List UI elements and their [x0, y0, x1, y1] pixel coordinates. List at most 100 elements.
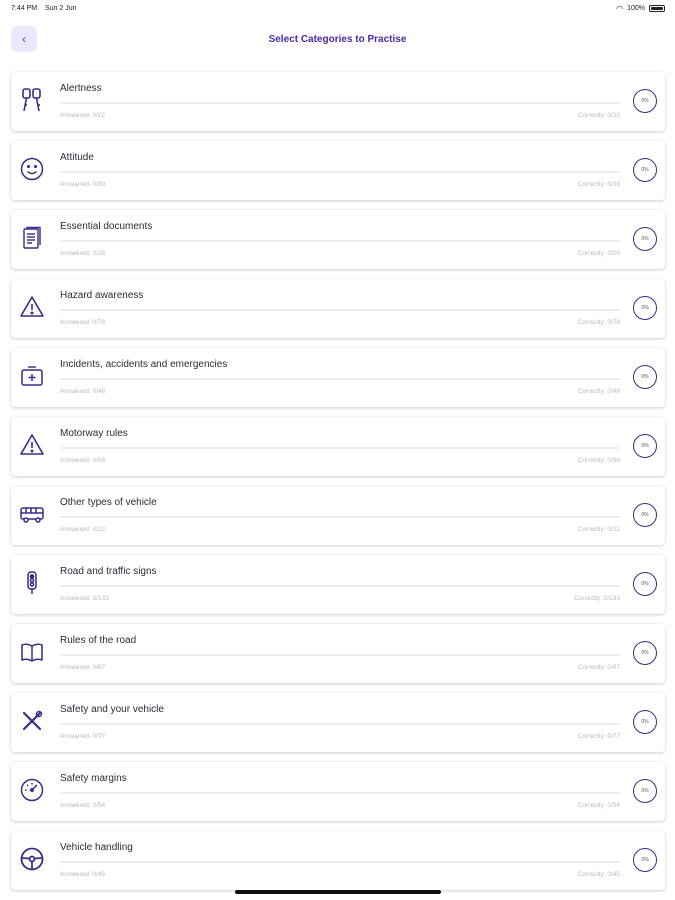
progress-ring: 0% — [633, 641, 657, 665]
answered-count: Answered: 0/67 — [60, 664, 106, 671]
battery-icon — [649, 5, 665, 12]
progress-ring: 0% — [633, 227, 657, 251]
correct-count: Correctly: 0/54 — [577, 802, 620, 809]
category-title: Vehicle handling — [60, 842, 133, 853]
progress-track — [60, 516, 620, 518]
book-icon — [18, 638, 46, 666]
progress-track — [60, 654, 620, 656]
status-left: 7:44 PM Sun 2 Jun — [11, 5, 83, 12]
progress-percent: 0% — [641, 98, 649, 104]
progress-ring: 0% — [633, 503, 657, 527]
category-card[interactable]: Other types of vehicle Answered: 0/22 Co… — [11, 486, 665, 545]
category-title: Alertness — [60, 83, 102, 94]
category-title: Road and traffic signs — [60, 566, 157, 577]
category-title: Safety margins — [60, 773, 127, 784]
correct-count: Correctly: 0/48 — [577, 388, 620, 395]
category-card[interactable]: Safety margins Answered: 0/54 Correctly:… — [11, 762, 665, 821]
answered-count: Answered: 0/48 — [60, 388, 106, 395]
battery-percent: 100% — [627, 5, 645, 12]
progress-track — [60, 585, 620, 587]
category-card[interactable]: Vehicle handling Answered: 0/45 Correctl… — [11, 831, 665, 890]
answered-count: Answered: 0/78 — [60, 319, 106, 326]
traffic-light-icon — [18, 569, 46, 597]
category-title: Motorway rules — [60, 428, 128, 439]
answered-count: Answered: 0/26 — [60, 250, 106, 257]
progress-ring: 0% — [633, 296, 657, 320]
progress-percent: 0% — [641, 788, 649, 794]
status-time: 7:44 PM — [11, 5, 38, 12]
answered-count: Answered: 0/22 — [60, 112, 106, 119]
progress-percent: 0% — [641, 719, 649, 725]
progress-track — [60, 171, 620, 173]
first-aid-icon — [18, 362, 46, 390]
steering-wheel-icon — [18, 845, 46, 873]
answered-count: Answered: 0/39 — [60, 181, 106, 188]
category-card[interactable]: Incidents, accidents and emergencies Ans… — [11, 348, 665, 407]
correct-count: Correctly: 0/45 — [577, 871, 620, 878]
home-indicator — [235, 890, 441, 894]
warning-icon — [18, 431, 46, 459]
category-title: Other types of vehicle — [60, 497, 157, 508]
category-list: Alertness Answered: 0/22 Correctly: 0/22… — [11, 72, 665, 900]
correct-count: Correctly: 0/77 — [577, 733, 620, 740]
correct-count: Correctly: 0/133 — [574, 595, 620, 602]
progress-percent: 0% — [641, 236, 649, 242]
progress-ring: 0% — [633, 158, 657, 182]
status-date: Sun 2 Jun — [45, 5, 77, 12]
category-title: Incidents, accidents and emergencies — [60, 359, 228, 370]
progress-track — [60, 723, 620, 725]
smiley-icon — [18, 155, 46, 183]
progress-track — [60, 240, 620, 242]
progress-ring: 0% — [633, 848, 657, 872]
answered-count: Answered: 0/54 — [60, 802, 106, 809]
header: ‹ Select Categories to Practise — [0, 26, 675, 54]
progress-percent: 0% — [641, 167, 649, 173]
bus-icon — [18, 500, 46, 528]
documents-icon — [18, 224, 46, 252]
progress-percent: 0% — [641, 443, 649, 449]
correct-count: Correctly: 0/67 — [577, 664, 620, 671]
correct-count: Correctly: 0/26 — [577, 250, 620, 257]
category-card[interactable]: Alertness Answered: 0/22 Correctly: 0/22… — [11, 72, 665, 131]
correct-count: Correctly: 0/56 — [577, 457, 620, 464]
status-right: ◠ 100% — [616, 4, 665, 13]
answered-count: Answered: 0/56 — [60, 457, 106, 464]
speedometer-icon — [18, 776, 46, 804]
progress-percent: 0% — [641, 512, 649, 518]
category-card[interactable]: Safety and your vehicle Answered: 0/77 C… — [11, 693, 665, 752]
status-bar: 7:44 PM Sun 2 Jun ◠ 100% — [0, 0, 675, 18]
progress-track — [60, 861, 620, 863]
correct-count: Correctly: 0/22 — [577, 112, 620, 119]
answered-count: Answered: 0/45 — [60, 871, 106, 878]
category-card[interactable]: Hazard awareness Answered: 0/78 Correctl… — [11, 279, 665, 338]
progress-percent: 0% — [641, 305, 649, 311]
progress-percent: 0% — [641, 650, 649, 656]
answered-count: Answered: 0/77 — [60, 733, 106, 740]
progress-track — [60, 378, 620, 380]
progress-ring: 0% — [633, 365, 657, 389]
progress-percent: 0% — [641, 581, 649, 587]
progress-ring: 0% — [633, 710, 657, 734]
progress-percent: 0% — [641, 374, 649, 380]
correct-count: Correctly: 0/22 — [577, 526, 620, 533]
progress-ring: 0% — [633, 572, 657, 596]
category-card[interactable]: Essential documents Answered: 0/26 Corre… — [11, 210, 665, 269]
category-title: Hazard awareness — [60, 290, 144, 301]
category-card[interactable]: Road and traffic signs Answered: 0/133 C… — [11, 555, 665, 614]
answered-count: Answered: 0/133 — [60, 595, 109, 602]
correct-count: Correctly: 0/78 — [577, 319, 620, 326]
category-title: Attitude — [60, 152, 94, 163]
progress-ring: 0% — [633, 89, 657, 113]
progress-ring: 0% — [633, 779, 657, 803]
tools-icon — [18, 707, 46, 735]
wifi-icon: ◠ — [616, 4, 624, 13]
category-card[interactable]: Rules of the road Answered: 0/67 Correct… — [11, 624, 665, 683]
progress-track — [60, 792, 620, 794]
warning-icon — [18, 293, 46, 321]
category-card[interactable]: Attitude Answered: 0/39 Correctly: 0/39 … — [11, 141, 665, 200]
car-keys-icon — [18, 86, 46, 114]
category-card[interactable]: Motorway rules Answered: 0/56 Correctly:… — [11, 417, 665, 476]
progress-percent: 0% — [641, 857, 649, 863]
progress-track — [60, 447, 620, 449]
progress-track — [60, 309, 620, 311]
